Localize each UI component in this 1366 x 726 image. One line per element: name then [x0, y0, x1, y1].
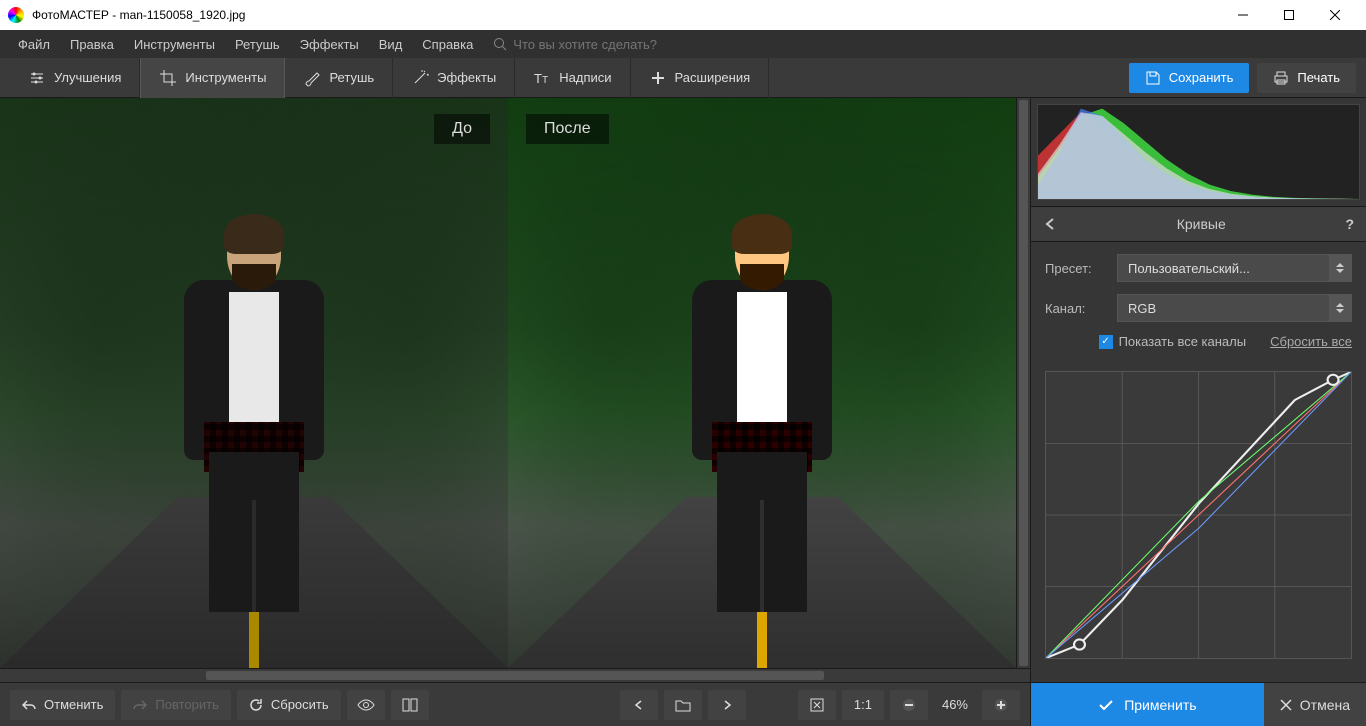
apply-button[interactable]: Применить [1031, 683, 1264, 726]
menu-ретушь[interactable]: Ретушь [225, 33, 290, 56]
reset-icon [249, 698, 263, 712]
folder-icon [675, 698, 691, 712]
check-icon [1098, 697, 1114, 713]
maximize-button[interactable] [1266, 0, 1312, 30]
menu-справка[interactable]: Справка [412, 33, 483, 56]
menu-вид[interactable]: Вид [369, 33, 413, 56]
close-button[interactable] [1312, 0, 1358, 30]
minimize-button[interactable] [1220, 0, 1266, 30]
reset-all-link[interactable]: Сбросить все [1270, 334, 1352, 349]
chevron-left-icon [633, 699, 645, 711]
horizontal-scrollbar[interactable] [0, 668, 1030, 682]
print-button[interactable]: Печать [1257, 63, 1356, 93]
preset-label: Пресет: [1045, 261, 1105, 276]
save-label: Сохранить [1169, 70, 1234, 85]
tab-надписи[interactable]: TTНадписи [515, 58, 630, 98]
footer-bar: Отменить Повторить Сбросить 1:1 [0, 682, 1030, 726]
canvas-after[interactable]: После [508, 98, 1016, 668]
show-all-channels-checkbox[interactable]: ✓ Показать все каналы [1099, 334, 1247, 349]
zoom-out-button[interactable] [890, 690, 928, 720]
plus-icon [649, 69, 667, 87]
brush-icon [303, 69, 321, 87]
redo-button[interactable]: Повторить [121, 690, 230, 720]
tab-эффекты[interactable]: Эффекты [393, 58, 515, 98]
menu-файл[interactable]: Файл [8, 33, 60, 56]
window-title: ФотоМАСТЕР - man-1150058_1920.jpg [32, 8, 1220, 22]
back-icon[interactable] [1043, 217, 1057, 231]
menu-инструменты[interactable]: Инструменты [124, 33, 225, 56]
menu-эффекты[interactable]: Эффекты [290, 33, 369, 56]
sliders-icon [28, 69, 46, 87]
fit-screen-button[interactable] [798, 690, 836, 720]
zoom-value: 46% [934, 697, 976, 712]
svg-text:T: T [534, 71, 542, 86]
curves-editor[interactable] [1045, 371, 1352, 659]
save-button[interactable]: Сохранить [1129, 63, 1250, 93]
printer-icon [1273, 70, 1289, 86]
zoom-1to1-button[interactable]: 1:1 [842, 690, 884, 720]
plus-circle-icon [994, 698, 1008, 712]
checkmark-icon: ✓ [1099, 335, 1113, 349]
channel-label: Канал: [1045, 301, 1105, 316]
tab-инструменты[interactable]: Инструменты [140, 58, 285, 98]
tab-расширения[interactable]: Расширения [631, 58, 770, 98]
fit-icon [810, 698, 824, 712]
wand-icon [411, 69, 429, 87]
preset-dropdown[interactable]: Пользовательский... [1117, 254, 1352, 282]
compare-button[interactable] [391, 690, 429, 720]
redo-icon [133, 698, 147, 712]
svg-text:T: T [542, 75, 548, 86]
minus-icon [902, 698, 916, 712]
eye-icon [357, 698, 375, 712]
print-label: Печать [1297, 70, 1340, 85]
titlebar: ФотоМАСТЕР - man-1150058_1920.jpg [0, 0, 1366, 30]
show-original-button[interactable] [347, 690, 385, 720]
menubar: ФайлПравкаИнструментыРетушьЭффектыВидСпр… [0, 30, 1366, 58]
chevron-right-icon [721, 699, 733, 711]
x-icon [1280, 699, 1292, 711]
undo-button[interactable]: Отменить [10, 690, 115, 720]
before-label: До [434, 114, 490, 144]
menu-правка[interactable]: Правка [60, 33, 124, 56]
after-label: После [526, 114, 609, 144]
next-folder-button[interactable] [708, 690, 746, 720]
app-logo-icon [8, 7, 24, 23]
histogram[interactable] [1037, 104, 1360, 200]
canvas-before[interactable]: До [0, 98, 508, 668]
tab-ретушь[interactable]: Ретушь [285, 58, 393, 98]
zoom-in-button[interactable] [982, 690, 1020, 720]
dropdown-handle-icon [1329, 295, 1351, 321]
open-folder-button[interactable] [664, 690, 702, 720]
sidebar: Кривые ? Пресет: Пользовательский... Кан… [1030, 98, 1366, 726]
compare-icon [402, 697, 418, 713]
search-input[interactable] [513, 37, 713, 52]
cancel-button[interactable]: Отмена [1264, 683, 1366, 726]
crop-icon [159, 69, 177, 87]
canvas-area: До После Отменить Повторить [0, 98, 1030, 726]
reset-button[interactable]: Сбросить [237, 690, 341, 720]
toolbar: УлучшенияИнструментыРетушьЭффектыTTНадпи… [0, 58, 1366, 98]
help-icon[interactable]: ? [1345, 216, 1354, 232]
panel-header: Кривые ? [1031, 206, 1366, 242]
panel-title: Кривые [1057, 216, 1345, 232]
dropdown-handle-icon [1329, 255, 1351, 281]
channel-dropdown[interactable]: RGB [1117, 294, 1352, 322]
floppy-icon [1145, 70, 1161, 86]
search-icon [493, 37, 507, 51]
tab-улучшения[interactable]: Улучшения [10, 58, 140, 98]
undo-icon [22, 698, 36, 712]
text-icon: TT [533, 69, 551, 87]
vertical-scrollbar[interactable] [1016, 98, 1030, 668]
prev-folder-button[interactable] [620, 690, 658, 720]
